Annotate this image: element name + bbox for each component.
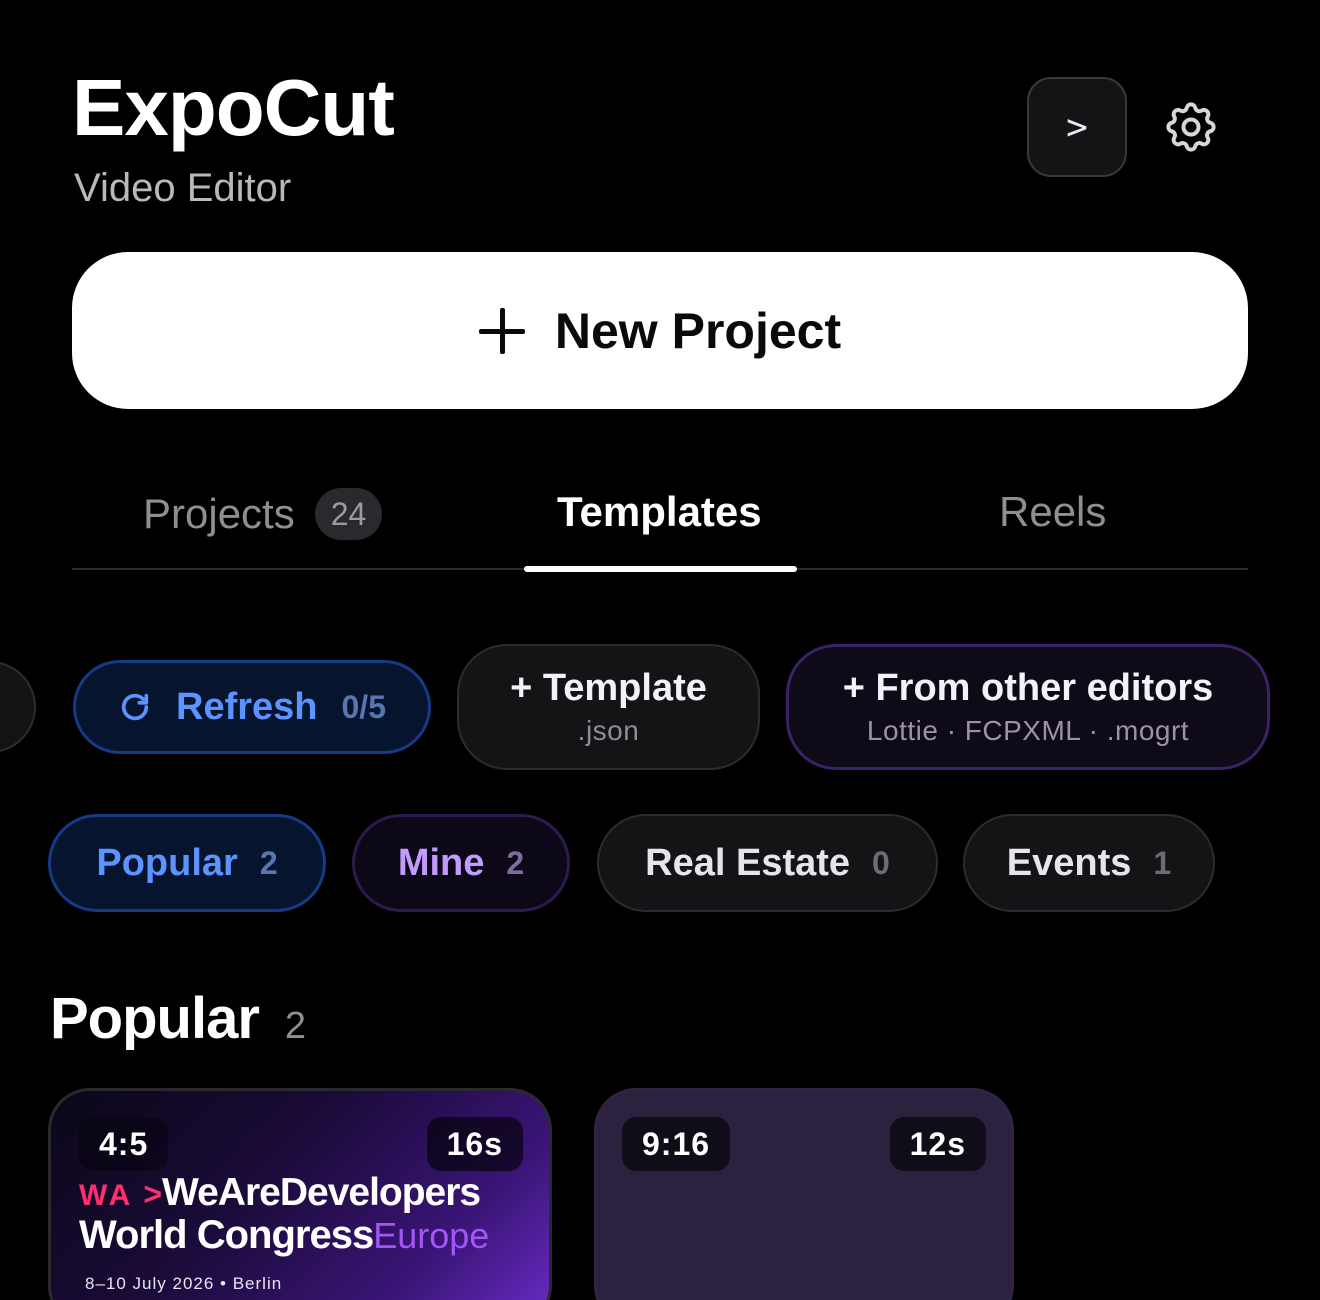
- terminal-button[interactable]: >: [1027, 77, 1127, 177]
- section-count: 2: [284, 1005, 307, 1047]
- import-other-editors-button[interactable]: + From other editors Lottie · FCPXML · .…: [786, 644, 1270, 770]
- event-title: World Congress: [79, 1213, 374, 1257]
- app-subtitle: Video Editor: [74, 166, 292, 210]
- event-title-accent: Europe: [373, 1215, 490, 1256]
- category-label: Mine: [397, 841, 485, 884]
- refresh-icon: [121, 693, 149, 721]
- add-template-label: + Template: [510, 667, 707, 710]
- new-project-label: New Project: [554, 302, 842, 359]
- category-count: 2: [506, 844, 525, 881]
- app-title: ExpoCut: [72, 63, 395, 152]
- tab-templates-label: Templates: [557, 488, 762, 535]
- gear-icon: [1166, 102, 1216, 152]
- duration-badge: 16s: [426, 1117, 523, 1171]
- plus-icon: [478, 307, 525, 354]
- category-count: 1: [1153, 844, 1172, 881]
- tab-bar: Projects 24 Templates Reels: [72, 470, 1248, 572]
- active-tab-indicator: [524, 566, 797, 572]
- add-template-json-button[interactable]: + Template .json: [457, 644, 760, 770]
- tab-reels[interactable]: Reels: [999, 488, 1106, 536]
- tab-templates[interactable]: Templates: [557, 488, 762, 536]
- category-mine[interactable]: Mine 2: [352, 814, 570, 912]
- section-header: Popular 2: [50, 985, 306, 1052]
- category-label: Events: [1006, 841, 1132, 884]
- template-card[interactable]: 4:5 16s WA > WeAreDevelopers World Congr…: [48, 1088, 552, 1300]
- settings-button[interactable]: [1160, 96, 1222, 158]
- import-other-editors-sub: Lottie · FCPXML · .mogrt: [866, 714, 1190, 746]
- import-other-editors-label: + From other editors: [842, 667, 1214, 710]
- refresh-count: 0/5: [341, 688, 386, 725]
- refresh-button[interactable]: Refresh 0/5: [73, 660, 431, 754]
- brand-wa: WA: [79, 1179, 134, 1212]
- template-thumbnail: WA > WeAreDevelopers World Congress Euro…: [79, 1171, 489, 1294]
- tab-projects-count: 24: [314, 488, 383, 540]
- brand-name: WeAreDevelopers: [162, 1171, 481, 1214]
- section-title: Popular: [50, 986, 260, 1051]
- category-popular[interactable]: Popular 2: [48, 814, 326, 912]
- brand-arrow: >: [143, 1176, 163, 1212]
- tab-projects-label: Projects: [143, 490, 295, 537]
- aspect-ratio-badge: 4:5: [79, 1117, 169, 1171]
- refresh-label: Refresh: [176, 685, 318, 728]
- category-count: 0: [872, 844, 890, 881]
- category-count: 2: [259, 844, 278, 881]
- event-date: 8–10 July 2026 • Berlin: [85, 1274, 283, 1293]
- tab-projects[interactable]: Projects 24: [143, 488, 383, 540]
- category-events[interactable]: Events 1: [963, 814, 1215, 912]
- add-template-sub: .json: [577, 714, 640, 746]
- tab-reels-label: Reels: [999, 488, 1107, 535]
- category-label: Popular: [96, 841, 238, 884]
- category-real-estate[interactable]: Real Estate 0: [597, 814, 938, 912]
- aspect-ratio-badge: 9:16: [622, 1117, 731, 1171]
- scrolled-chip[interactable]: [0, 661, 36, 753]
- duration-badge: 12s: [889, 1117, 986, 1171]
- template-card[interactable]: 9:16 12s: [594, 1088, 1014, 1300]
- category-label: Real Estate: [645, 841, 851, 884]
- new-project-button[interactable]: New Project: [72, 252, 1248, 409]
